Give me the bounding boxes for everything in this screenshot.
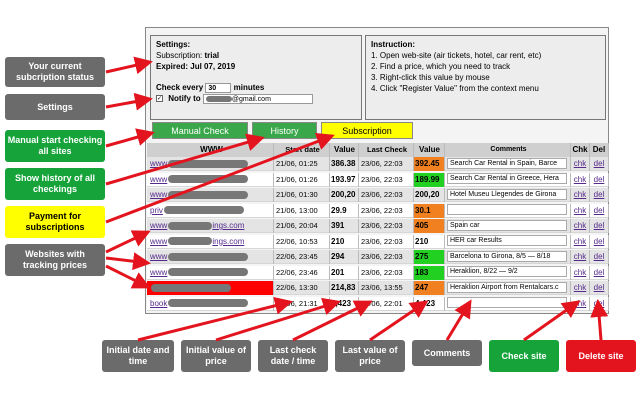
arrow-settings [105,92,153,111]
arrow-delete-site [590,299,609,341]
arrow-show-history [105,133,265,186]
arrow-comments [445,299,472,341]
arrow-websites-3 [105,264,151,289]
annotation-arrows [105,56,609,342]
arrow-last-check [292,300,373,342]
arrow-websites-2 [105,252,151,271]
arrow-payment [105,132,335,224]
arrow-initial-value [215,297,341,342]
arrow-subscription-status [105,56,153,75]
arrow-initial-date [137,296,293,342]
arrow-websites-1 [105,230,151,254]
arrow-manual-start [105,128,155,148]
arrow-check-site [523,300,581,342]
arrow-last-value [369,300,429,342]
